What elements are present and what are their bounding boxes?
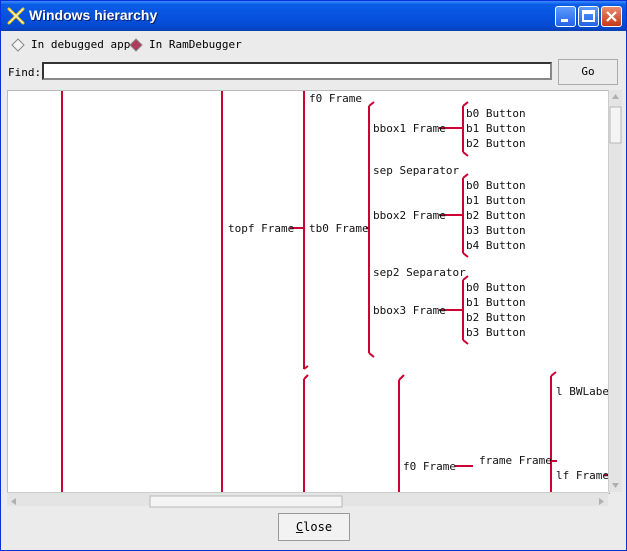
node-bbox3-frame[interactable]: bbox3 Frame bbox=[373, 304, 446, 317]
minimize-icon bbox=[561, 19, 568, 22]
close-icon bbox=[606, 11, 617, 22]
node-bbox3-b2[interactable]: b2 Button bbox=[466, 311, 526, 324]
node-bbox2-b0[interactable]: b0 Button bbox=[466, 179, 526, 192]
node-l-bwlabel[interactable]: l BWLabel bbox=[556, 385, 609, 398]
close-label-rest: lose bbox=[303, 520, 333, 534]
node-f0-frame-lower[interactable]: f0 Frame bbox=[403, 460, 456, 473]
node-bbox2-b4[interactable]: b4 Button bbox=[466, 239, 526, 252]
scroll-left-icon[interactable] bbox=[11, 498, 16, 505]
minimize-button[interactable] bbox=[555, 6, 576, 27]
title-bar[interactable]: Windows hierarchy bbox=[1, 1, 626, 31]
node-tb0-frame[interactable]: tb0 Frame bbox=[309, 222, 369, 235]
vertical-scrollbar[interactable] bbox=[608, 90, 622, 492]
horizontal-scroll-thumb[interactable] bbox=[149, 495, 343, 508]
find-input[interactable] bbox=[42, 62, 552, 80]
hierarchy-canvas[interactable]: topf Frame f0 Frame tb0 Frame bbox1 Fram… bbox=[7, 90, 610, 494]
radio-debugged-app-label[interactable]: In debugged app bbox=[31, 38, 130, 51]
hierarchy-tree: topf Frame f0 Frame tb0 Frame bbox1 Fram… bbox=[61, 91, 609, 493]
node-bbox2-b1[interactable]: b1 Button bbox=[466, 194, 526, 207]
node-lf-frame[interactable]: lf Frame bbox=[556, 469, 609, 482]
scroll-right-icon[interactable] bbox=[599, 498, 604, 505]
maximize-button[interactable] bbox=[578, 6, 599, 27]
close-window-button[interactable] bbox=[601, 6, 622, 27]
node-bbox1-b2[interactable]: b2 Button bbox=[466, 137, 526, 150]
node-topf-frame[interactable]: topf Frame bbox=[228, 222, 294, 235]
node-bbox3-b3[interactable]: b3 Button bbox=[466, 326, 526, 339]
maximize-icon bbox=[582, 10, 595, 22]
x-logo-icon bbox=[7, 7, 25, 25]
node-bbox3-b0[interactable]: b0 Button bbox=[466, 281, 526, 294]
node-sep-separator[interactable]: sep Separator bbox=[373, 164, 459, 177]
find-label: Find: bbox=[8, 66, 42, 79]
window-title: Windows hierarchy bbox=[29, 7, 158, 23]
node-bbox3-b1[interactable]: b1 Button bbox=[466, 296, 526, 309]
node-bbox1-b1[interactable]: b1 Button bbox=[466, 122, 526, 135]
node-bbox1-frame[interactable]: bbox1 Frame bbox=[373, 122, 446, 135]
scroll-up-icon[interactable] bbox=[612, 94, 619, 99]
node-bbox2-frame[interactable]: bbox2 Frame bbox=[373, 209, 446, 222]
node-bbox1-b0[interactable]: b0 Button bbox=[466, 107, 526, 120]
radio-ramdebugger-label[interactable]: In RamDebugger bbox=[149, 38, 242, 51]
node-frame-frame[interactable]: frame Frame bbox=[479, 454, 552, 467]
horizontal-scrollbar[interactable] bbox=[7, 492, 608, 508]
scroll-down-icon[interactable] bbox=[612, 483, 619, 488]
vertical-scroll-thumb[interactable] bbox=[609, 106, 622, 144]
radio-debugged-app[interactable] bbox=[11, 38, 25, 55]
close-button[interactable]: Close bbox=[278, 513, 350, 541]
client-area: In debugged app In RamDebugger Find: Go bbox=[5, 31, 622, 546]
node-sep2-separator[interactable]: sep2 Separator bbox=[373, 266, 466, 279]
go-button[interactable]: Go bbox=[558, 59, 618, 85]
radio-ramdebugger[interactable] bbox=[129, 38, 143, 55]
windows-hierarchy-window: Windows hierarchy In debugged app In Ram… bbox=[0, 0, 627, 551]
node-bbox2-b3[interactable]: b3 Button bbox=[466, 224, 526, 237]
node-bbox2-b2[interactable]: b2 Button bbox=[466, 209, 526, 222]
node-f0-frame[interactable]: f0 Frame bbox=[309, 92, 362, 105]
